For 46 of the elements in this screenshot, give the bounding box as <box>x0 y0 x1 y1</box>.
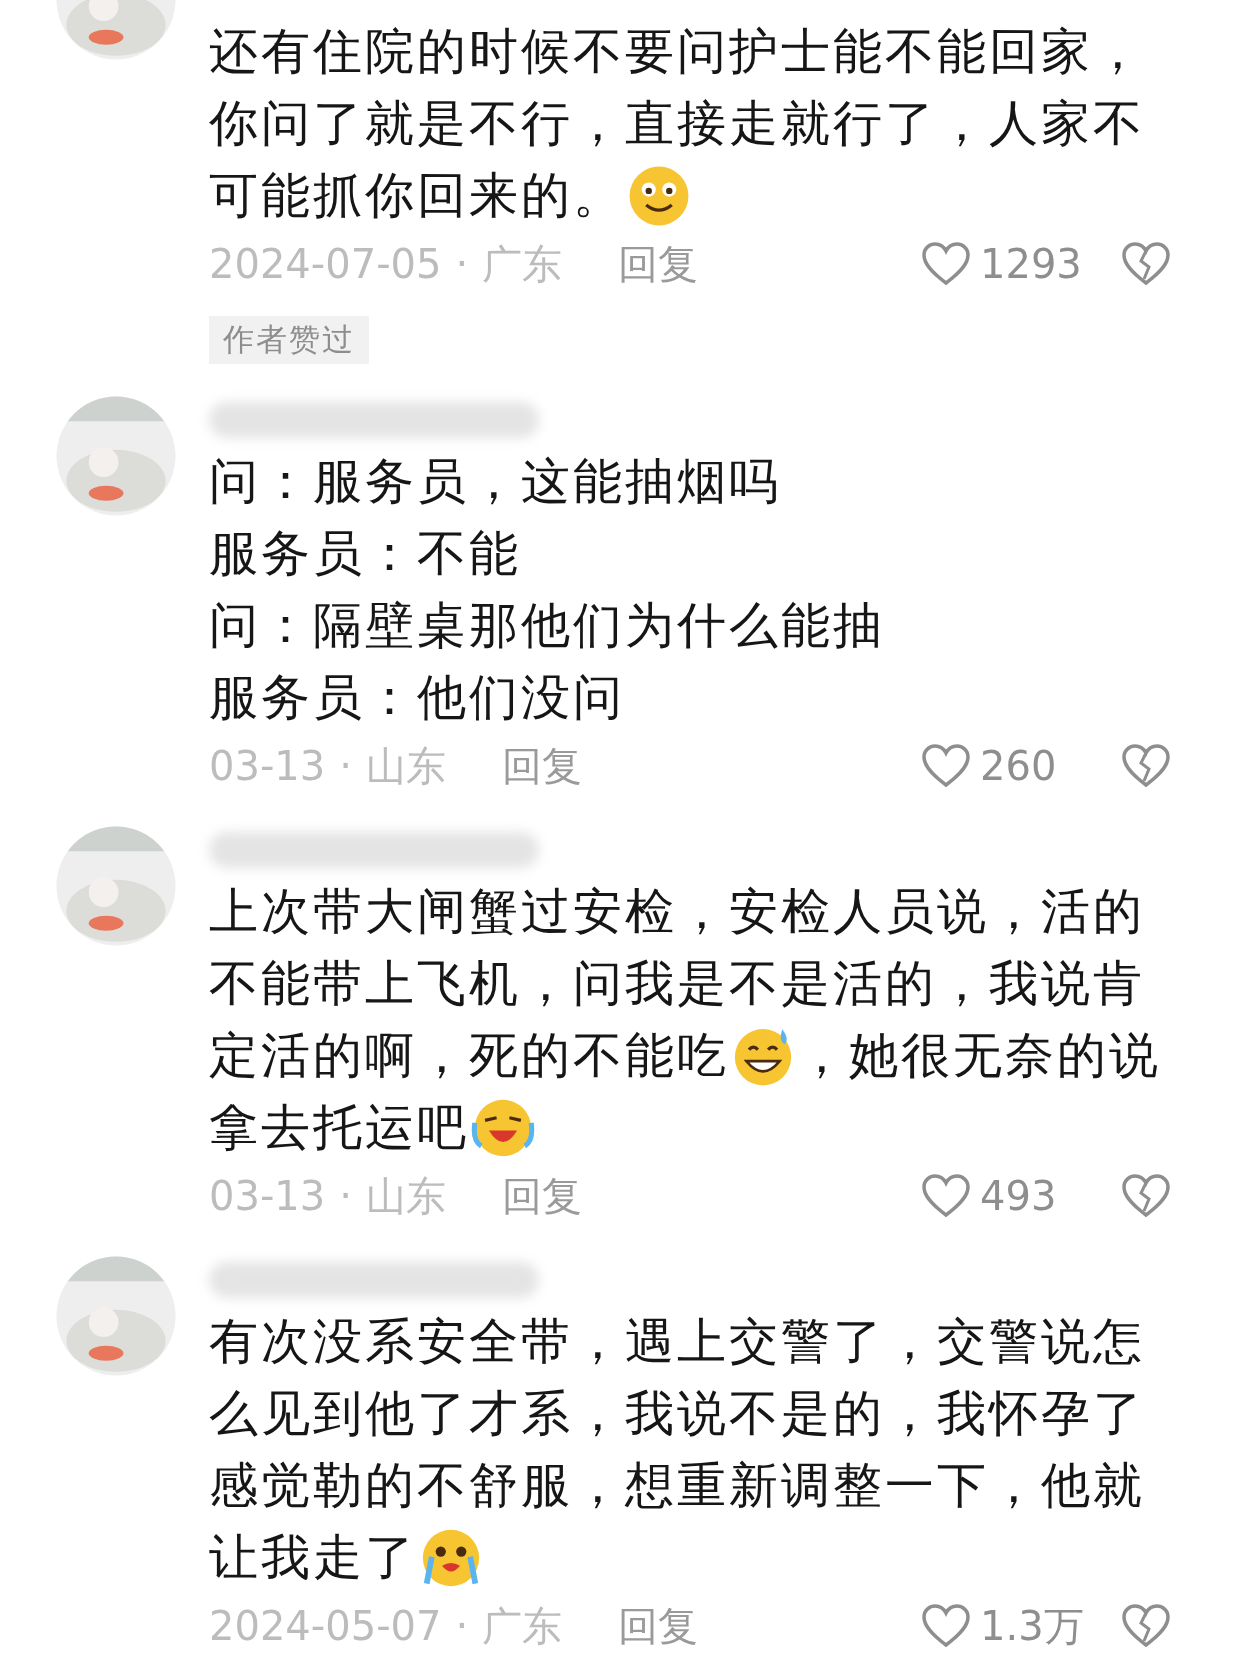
comment-date: 03-13 <box>209 743 326 789</box>
comment-region: 广东 <box>482 239 563 289</box>
comment-region: 山东 <box>365 1171 446 1221</box>
comment-date: 03-13 <box>209 1173 326 1219</box>
reply-link[interactable]: 回复 <box>618 1598 699 1654</box>
comment-text: 么见到他了才系，我说不是的，我怀孕了 <box>209 1384 1145 1444</box>
broken-heart-icon[interactable] <box>1120 241 1172 287</box>
heart-icon[interactable] <box>920 743 972 789</box>
comment-text: 有次没系安全带，遇上交警了，交警说怎 <box>209 1312 1145 1372</box>
broken-heart-icon[interactable] <box>1120 1173 1172 1219</box>
comment-text: ，她很无奈的说 <box>797 1026 1161 1086</box>
like-count: 1293 <box>980 241 1082 287</box>
emoji-icon <box>627 164 691 228</box>
comment-date: 2024-07-05 <box>209 241 442 287</box>
comment-text: 让我走了 <box>209 1528 417 1588</box>
separator-dot: · <box>339 743 352 789</box>
author-liked-tag: 作者赞过 <box>209 316 369 364</box>
heart-icon[interactable] <box>920 241 972 287</box>
comment-text: 定活的啊，死的不能吃 <box>209 1026 729 1086</box>
like-count: 260 <box>980 743 1057 789</box>
heart-icon[interactable] <box>920 1173 972 1219</box>
comment-text: 还有住院的时候不要问护士能不能回家， <box>209 22 1145 82</box>
comment-text: 不能带上飞机，问我是不是活的，我说肯 <box>209 954 1145 1014</box>
reply-link[interactable]: 回复 <box>501 1168 582 1224</box>
comment-text: 可能抓你回来的。 <box>209 166 625 226</box>
comment-text: 拿去托运吧 <box>209 1098 469 1158</box>
comment-text: 问：服务员，这能抽烟吗 <box>209 452 781 512</box>
comment-region: 广东 <box>482 1601 563 1651</box>
comment-text: 感觉勒的不舒服，想重新调整一下，他就 <box>209 1456 1145 1516</box>
comment-text: 服务员：不能 <box>209 524 521 584</box>
separator-dot: · <box>455 1603 469 1649</box>
reply-link[interactable]: 回复 <box>618 236 699 292</box>
separator-dot: · <box>339 1173 352 1219</box>
comment-date: 2024-05-07 <box>209 1603 442 1649</box>
comment-text: 你问了就是不行，直接走就行了，人家不 <box>209 94 1145 154</box>
separator-dot: · <box>455 241 469 287</box>
broken-heart-icon[interactable] <box>1120 1603 1172 1649</box>
like-count: 493 <box>980 1173 1057 1219</box>
reply-link[interactable]: 回复 <box>501 738 582 794</box>
comment-text: 上次带大闸蟹过安检，安检人员说，活的 <box>209 882 1145 942</box>
like-count: 1.3万 <box>980 1601 1084 1651</box>
heart-icon[interactable] <box>920 1603 972 1649</box>
comment-text: 服务员：他们没问 <box>209 668 625 728</box>
broken-heart-icon[interactable] <box>1120 743 1172 789</box>
comment-text: 问：隔壁桌那他们为什么能抽 <box>209 596 885 656</box>
comment-region: 山东 <box>365 741 446 791</box>
